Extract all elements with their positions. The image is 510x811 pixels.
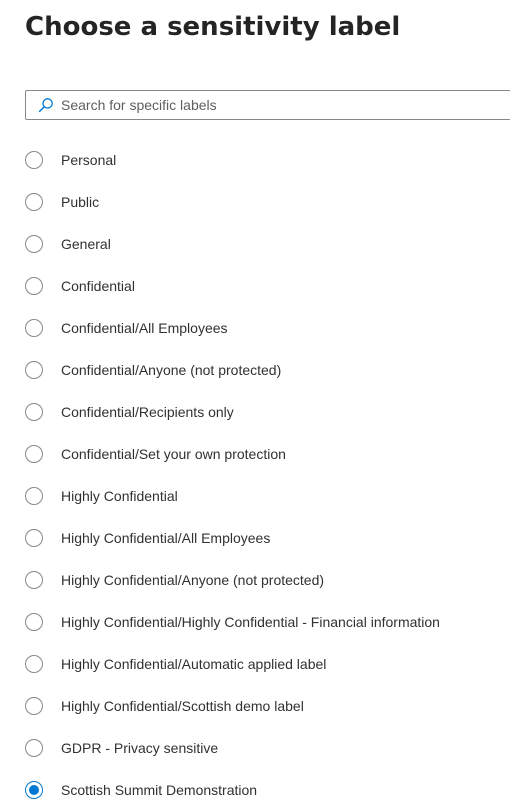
- label-option-text: Personal: [61, 152, 117, 168]
- radio-button[interactable]: [25, 697, 43, 715]
- label-option[interactable]: Confidential/Anyone (not protected): [25, 349, 505, 391]
- label-option-text: Confidential/All Employees: [61, 320, 228, 336]
- label-option-text: Scottish Summit Demonstration: [61, 782, 258, 798]
- radio-button[interactable]: [25, 487, 43, 505]
- label-option[interactable]: Highly Confidential/Automatic applied la…: [25, 643, 505, 685]
- label-option[interactable]: Personal: [25, 139, 505, 181]
- label-option-text: Highly Confidential: [61, 488, 178, 504]
- label-option-text: Highly Confidential/Scottish demo label: [61, 698, 304, 714]
- label-option-text: General: [61, 236, 111, 252]
- label-option[interactable]: Confidential: [25, 265, 505, 307]
- radio-button[interactable]: [25, 613, 43, 631]
- label-option-text: Highly Confidential/Automatic applied la…: [61, 656, 327, 672]
- label-option[interactable]: GDPR - Privacy sensitive: [25, 727, 505, 769]
- label-option[interactable]: Scottish Summit Demonstration: [25, 769, 505, 811]
- label-option-text: Highly Confidential/Anyone (not protecte…: [61, 572, 325, 588]
- radio-button-selected[interactable]: [25, 781, 43, 799]
- label-option[interactable]: Highly Confidential/Anyone (not protecte…: [25, 559, 505, 601]
- label-option[interactable]: Highly Confidential/Highly Confidential …: [25, 601, 505, 643]
- label-option[interactable]: Highly Confidential/All Employees: [25, 517, 505, 559]
- label-option-text: Confidential/Set your own protection: [61, 446, 286, 462]
- search-box[interactable]: [25, 90, 510, 120]
- sensitivity-label-list: Personal Public General Confidential Con…: [25, 139, 505, 811]
- search-input[interactable]: [61, 93, 481, 117]
- radio-button[interactable]: [25, 403, 43, 421]
- radio-button[interactable]: [25, 193, 43, 211]
- label-option-text: GDPR - Privacy sensitive: [61, 740, 219, 756]
- radio-button[interactable]: [25, 319, 43, 337]
- label-option[interactable]: Highly Confidential: [25, 475, 505, 517]
- label-option[interactable]: Confidential/Set your own protection: [25, 433, 505, 475]
- label-option-text: Confidential/Recipients only: [61, 404, 234, 420]
- label-option-text: Highly Confidential/All Employees: [61, 530, 271, 546]
- label-option[interactable]: Highly Confidential/Scottish demo label: [25, 685, 505, 727]
- label-option-text: Confidential/Anyone (not protected): [61, 362, 282, 378]
- page-title: Choose a sensitivity label: [25, 12, 401, 42]
- label-option-text: Highly Confidential/Highly Confidential …: [61, 614, 440, 630]
- label-option[interactable]: General: [25, 223, 505, 265]
- radio-button[interactable]: [25, 151, 43, 169]
- radio-button[interactable]: [25, 571, 43, 589]
- radio-button[interactable]: [25, 445, 43, 463]
- radio-button[interactable]: [25, 235, 43, 253]
- label-option[interactable]: Public: [25, 181, 505, 223]
- radio-button[interactable]: [25, 739, 43, 757]
- radio-button[interactable]: [25, 277, 43, 295]
- label-option[interactable]: Confidential/Recipients only: [25, 391, 505, 433]
- label-option[interactable]: Confidential/All Employees: [25, 307, 505, 349]
- label-option-text: Public: [61, 194, 100, 210]
- label-option-text: Confidential: [61, 278, 135, 294]
- search-icon: [38, 97, 54, 113]
- radio-button[interactable]: [25, 361, 43, 379]
- radio-button[interactable]: [25, 655, 43, 673]
- radio-button[interactable]: [25, 529, 43, 547]
